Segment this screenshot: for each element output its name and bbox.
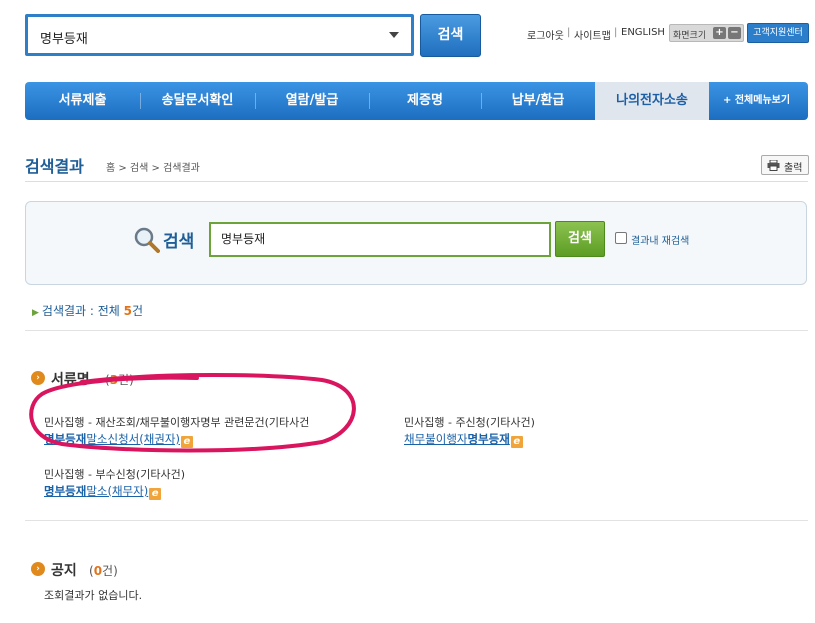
result-highlight: 명부등재 [44,432,87,446]
search-input[interactable]: 명부등재 [209,222,551,257]
summary-suffix: 건 [132,304,144,318]
e-doc-icon: e [149,488,162,500]
print-label: 출력 [784,163,803,174]
empty-message: 조회결과가 없습니다. [44,589,143,602]
all-menu-button[interactable]: + 전체메뉴보기 [723,82,790,120]
nav-item-my-litigation[interactable]: 나의전자소송 [595,82,709,120]
result-link[interactable]: 명부등재말소신청서(채권자) e [44,431,193,448]
top-search-value: 명부등재 [40,32,88,47]
count-close: 건) [118,373,134,387]
english-link[interactable]: ENGLISH [621,27,665,38]
nav-item-certificate[interactable]: 제증명 [369,82,481,120]
logout-link[interactable]: 로그아웃 [527,27,564,42]
result-highlight: 명부등재 [44,484,87,498]
result-rest: 말소신청서(채권자) [86,432,180,446]
printer-icon [767,160,780,171]
util-separator: | [614,27,618,38]
e-doc-icon: e [510,436,523,448]
zoom-in-button[interactable]: + [713,27,726,39]
nav-item-submit[interactable]: 서류제출 [25,82,140,120]
nav-item-delivery[interactable]: 송달문서확인 [140,82,255,120]
section-count-docs: (3건) [105,371,134,388]
zoom-control: 화면크기 + − [669,24,744,42]
result-category: 민사집행 - 부수신청(기타사건) [44,468,185,481]
zoom-out-button[interactable]: − [728,27,741,39]
chevron-right-icon: › [31,371,45,385]
result-rest: 말소(채무자) [86,484,149,498]
summary-count: 5 [123,304,133,318]
nav-item-view-issue[interactable]: 열람/발급 [255,82,369,120]
magnifier-icon [134,227,160,253]
arrow-right-icon: ▶ [32,308,39,318]
count-number: 3 [109,373,119,387]
count-number: 0 [93,564,103,578]
nav-item-payment[interactable]: 납부/환급 [481,82,595,120]
summary-prefix: 검색결과 : 전체 [41,304,124,318]
result-highlight: 명부등재 [467,432,510,446]
result-link[interactable]: 명부등재말소(채무자) e [44,483,162,500]
sitemap-link[interactable]: 사이트맵 [574,27,611,42]
breadcrumb: 홈 > 검색 > 검색결과 [106,163,200,174]
section-title-docs: 서류명 [51,372,90,388]
re-search-checkbox[interactable] [615,232,627,244]
section-title-notice: 공지 [51,563,77,579]
re-search-label[interactable]: 결과내 재검색 [631,232,689,247]
chevron-down-icon[interactable] [389,32,399,38]
zoom-label: 화면크기 [673,31,707,41]
main-nav: 서류제출 송달문서확인 열람/발급 제증명 납부/환급 나의전자소송 + 전체메… [25,82,808,120]
e-doc-icon: e [180,436,193,448]
section-count-notice: (0건) [89,562,118,579]
result-link[interactable]: 채무불이행자명부등재 e [404,431,523,448]
result-prefix: 채무불이행자 [404,432,468,446]
support-center-button[interactable]: 고객지원센터 [747,23,809,43]
search-button[interactable]: 검색 [555,221,605,257]
result-category: 민사집행 - 재산조회/채무불이행자명부 관련문건(기타사건 [44,416,310,429]
top-search-select[interactable]: 명부등재 [25,14,414,56]
result-category: 민사집행 - 주신청(기타사건) [404,416,535,429]
print-button[interactable]: 출력 [761,155,809,175]
chevron-right-icon: › [31,562,45,576]
divider [25,181,808,182]
divider [25,330,808,331]
result-summary: ▶ 검색결과 : 전체 5건 [32,302,143,319]
util-separator: | [567,27,571,38]
divider [25,520,808,521]
page-title: 검색결과 [25,157,84,176]
count-close: 건) [102,564,118,578]
top-search-button[interactable]: 검색 [420,14,481,57]
search-label: 검색 [163,232,195,252]
